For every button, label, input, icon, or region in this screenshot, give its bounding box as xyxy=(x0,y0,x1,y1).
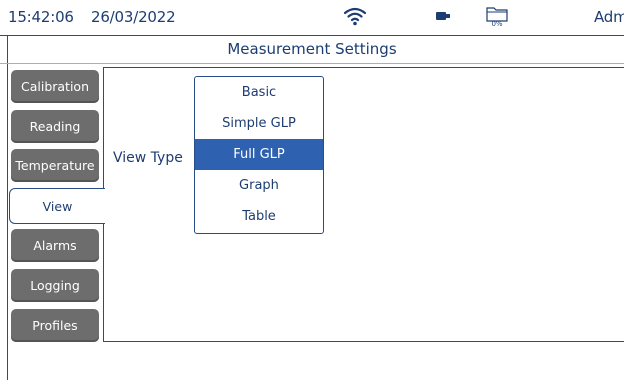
option-basic[interactable]: Basic xyxy=(195,77,323,108)
option-graph[interactable]: Graph xyxy=(195,170,323,201)
view-type-label: View Type xyxy=(113,150,183,166)
screen-left-border xyxy=(7,36,8,380)
status-user[interactable]: Admin xyxy=(594,8,624,26)
wifi-icon xyxy=(344,7,366,26)
view-type-option-list[interactable]: Basic Simple GLP Full GLP Graph Table xyxy=(194,76,324,234)
tab-profiles[interactable]: Profiles xyxy=(11,309,99,342)
tab-logging[interactable]: Logging xyxy=(11,269,99,302)
storage-percent: 0% xyxy=(491,20,503,28)
option-simple-glp[interactable]: Simple GLP xyxy=(195,108,323,139)
option-table[interactable]: Table xyxy=(195,201,323,232)
tab-view[interactable]: View xyxy=(9,188,105,224)
tab-temperature[interactable]: Temperature xyxy=(11,149,99,182)
tab-reading[interactable]: Reading xyxy=(11,110,99,143)
content-panel xyxy=(103,67,624,342)
tab-alarms[interactable]: Alarms xyxy=(11,229,99,262)
tab-calibration[interactable]: Calibration xyxy=(11,70,99,103)
option-full-glp[interactable]: Full GLP xyxy=(195,139,323,170)
title-divider xyxy=(0,63,624,64)
status-bar: 15:42:06 26/03/2022 0% Admin xyxy=(0,0,624,36)
status-time: 15:42:06 xyxy=(8,8,74,26)
probe-connector-icon xyxy=(436,12,450,20)
page-title: Measurement Settings xyxy=(227,40,397,58)
folder-icon: 0% xyxy=(486,6,508,32)
status-date: 26/03/2022 xyxy=(91,8,176,26)
